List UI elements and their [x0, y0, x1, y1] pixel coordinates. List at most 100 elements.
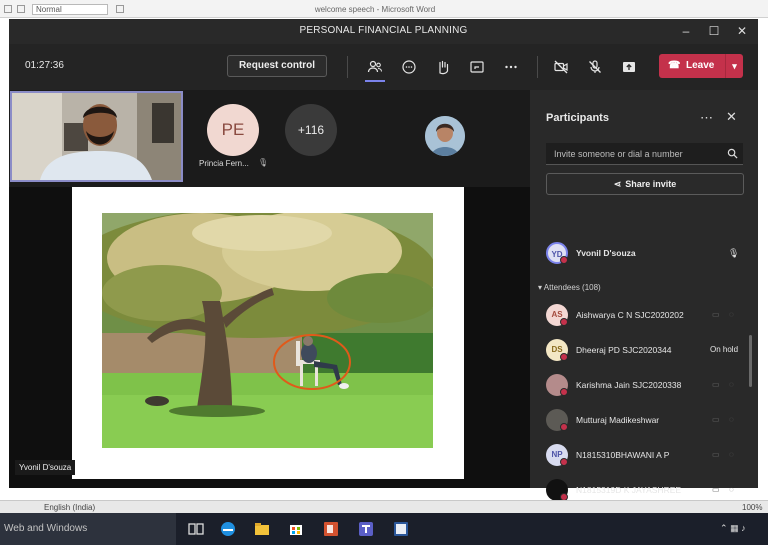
- participant-avatar-pe[interactable]: PE: [207, 104, 259, 156]
- more-dots-icon: [505, 65, 517, 69]
- attendees-header-label: Attendees (108): [543, 283, 601, 292]
- participants-scrollbar[interactable]: [749, 335, 752, 387]
- share-tray-icon: [470, 61, 484, 73]
- close-window-button[interactable]: ✕: [734, 23, 750, 39]
- video-icon: ▭: [712, 485, 720, 494]
- mic-icon: 🎙: [728, 248, 740, 258]
- participant-name: Dheeraj PD SJC2020344: [576, 345, 672, 355]
- system-tray[interactable]: ⌃ ▦ ♪: [720, 523, 746, 534]
- participants-title: Participants: [546, 112, 609, 124]
- camera-toggle-button[interactable]: [549, 55, 573, 79]
- video-gallery: PE Princia Fern... 🎙 +116: [9, 90, 530, 187]
- attendee-row[interactable]: Mutturaj Madikeshwar ▭ ◌: [546, 409, 746, 439]
- participant-name: Karishma Jain SJC2020338: [576, 380, 682, 390]
- word-format-icon[interactable]: [116, 5, 124, 13]
- minimize-button[interactable]: –: [678, 23, 694, 39]
- chat-icon: [402, 60, 416, 74]
- meeting-toolbar: 01:27:36 Request control ☎ Leave ▾: [9, 44, 758, 90]
- attendees-section-header[interactable]: ▾ Attendees (108): [538, 283, 601, 292]
- teams-meeting-window: PERSONAL FINANCIAL PLANNING – ☐ ✕ 01:27:…: [9, 19, 758, 501]
- leave-options-chevron-icon[interactable]: ▾: [725, 54, 743, 78]
- presentation-slide: [72, 187, 464, 479]
- maximize-button[interactable]: ☐: [706, 23, 722, 39]
- tree-bench-image: [102, 213, 433, 448]
- share-invite-button[interactable]: ⋖ Share invite: [546, 173, 744, 195]
- word-window-title: welcome speech - Microsoft Word: [314, 5, 436, 14]
- camera-off-icon: [554, 60, 568, 74]
- shared-content-stage: Yvonil D'souza: [9, 187, 530, 488]
- word-window-top: Normal welcome speech - Microsoft Word: [0, 0, 768, 18]
- windows-taskbar: Web and Windows ⌃ ▦ ♪: [0, 513, 768, 545]
- organizer-row[interactable]: YD Yvonil D'souza: [546, 242, 746, 272]
- attendee-row[interactable]: Karishma Jain SJC2020338 ▭ ◌: [546, 374, 746, 404]
- webcam-feed-image: [12, 93, 181, 180]
- word-style-dropdown[interactable]: Normal: [32, 4, 108, 15]
- word-redo-icon[interactable]: [17, 5, 25, 13]
- call-icon: ◌: [729, 450, 734, 459]
- screen: Normal welcome speech - Microsoft Word P…: [0, 0, 768, 545]
- attendee-row[interactable]: NP N1815310BHAWANI A P ▭ ◌: [546, 444, 746, 474]
- people-button[interactable]: [363, 55, 387, 82]
- word-icon[interactable]: [391, 519, 411, 539]
- status-dot: [560, 353, 568, 361]
- leave-button[interactable]: ☎ Leave ▾: [659, 54, 743, 78]
- chat-button[interactable]: [397, 55, 421, 79]
- volume-icon[interactable]: ♪: [741, 523, 746, 533]
- active-speaker-label: Yvonil D'souza: [15, 460, 76, 475]
- video-icon: ▭: [712, 415, 720, 424]
- teams-icon[interactable]: [356, 519, 376, 539]
- attendee-row[interactable]: AS Aishwarya C N SJC2020202 ▭ ◌: [546, 304, 746, 334]
- request-control-button[interactable]: Request control: [227, 55, 327, 77]
- call-icon: ◌: [729, 415, 734, 424]
- meeting-timer: 01:27:36: [25, 60, 64, 71]
- taskbar-search-box[interactable]: Web and Windows: [0, 513, 176, 545]
- status-dot: [560, 256, 568, 264]
- participant-name: Mutturaj Madikeshwar: [576, 415, 660, 425]
- more-participants-counter[interactable]: +116: [285, 104, 337, 156]
- raise-hand-button[interactable]: [431, 55, 455, 79]
- participants-panel: Participants ⋯ ✕ ⋖Share invite YD Yvonil…: [530, 90, 758, 501]
- invite-search-input[interactable]: [546, 143, 743, 165]
- panel-more-options-icon[interactable]: ⋯: [700, 110, 713, 126]
- participant-video-thumbnail[interactable]: [425, 116, 465, 156]
- task-view-icon[interactable]: [186, 519, 206, 539]
- word-status-bar: English (India) 100%: [0, 500, 768, 513]
- edge-browser-icon[interactable]: [218, 519, 238, 539]
- self-video-tile[interactable]: [10, 91, 183, 182]
- video-icon: ▭: [712, 380, 720, 389]
- hold-status: On hold: [710, 345, 739, 354]
- mic-off-icon: [589, 60, 601, 73]
- search-icon[interactable]: [727, 148, 738, 159]
- word-undo-icon[interactable]: [4, 5, 12, 13]
- network-icon[interactable]: ▦: [730, 523, 739, 533]
- panel-close-icon[interactable]: ✕: [726, 109, 737, 125]
- status-dot: [560, 318, 568, 326]
- attendee-row[interactable]: DS Dheeraj PD SJC2020344 On hold: [546, 339, 746, 369]
- mic-toggle-button[interactable]: [583, 55, 607, 79]
- file-explorer-icon[interactable]: [252, 519, 272, 539]
- language-indicator[interactable]: English (India): [44, 503, 95, 512]
- status-dot: [560, 458, 568, 466]
- toolbar-divider: [347, 56, 348, 78]
- status-dot: [560, 423, 568, 431]
- slide-photo: [102, 213, 433, 448]
- participant-name: N1815319D K JAYASHREE: [576, 485, 682, 495]
- share-content-button[interactable]: [465, 55, 489, 79]
- call-icon: ◌: [729, 310, 734, 319]
- hang-up-icon: ☎: [668, 60, 681, 71]
- zoom-level[interactable]: 100%: [742, 503, 762, 512]
- more-actions-button[interactable]: [499, 55, 523, 79]
- hand-icon: [439, 60, 449, 75]
- chevron-up-icon[interactable]: ⌃: [720, 523, 728, 533]
- store-icon[interactable]: [286, 519, 306, 539]
- share-icon: ⋖: [613, 179, 622, 189]
- status-dot: [560, 388, 568, 396]
- powerpoint-icon[interactable]: [321, 519, 341, 539]
- call-icon: ◌: [729, 485, 734, 494]
- share-screen-icon: [623, 62, 635, 72]
- participant-name: Yvonil D'souza: [576, 248, 636, 258]
- share-screen-button[interactable]: [617, 55, 641, 79]
- call-icon: ◌: [729, 380, 734, 389]
- meeting-title: PERSONAL FINANCIAL PLANNING: [299, 25, 468, 36]
- toolbar-divider: [537, 56, 538, 78]
